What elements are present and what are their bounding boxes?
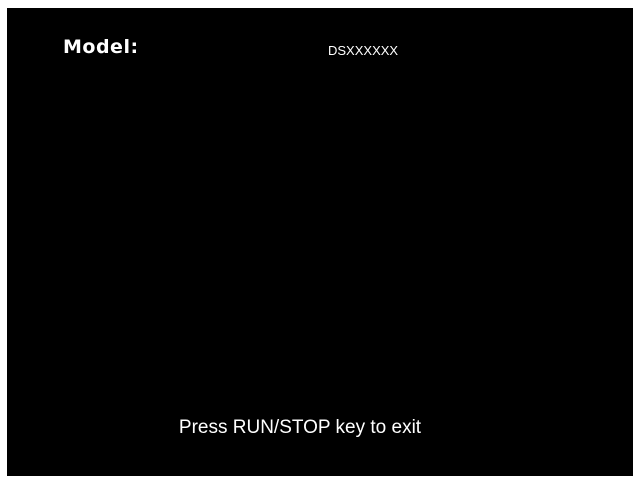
model-value: DSXXXXXX xyxy=(328,43,399,58)
exit-hint: Press RUN/STOP key to exit xyxy=(178,417,422,438)
device-screen: Model: DSXXXXXX Press RUN/STOP key to ex… xyxy=(7,8,633,476)
model-label: Model: xyxy=(63,36,139,58)
